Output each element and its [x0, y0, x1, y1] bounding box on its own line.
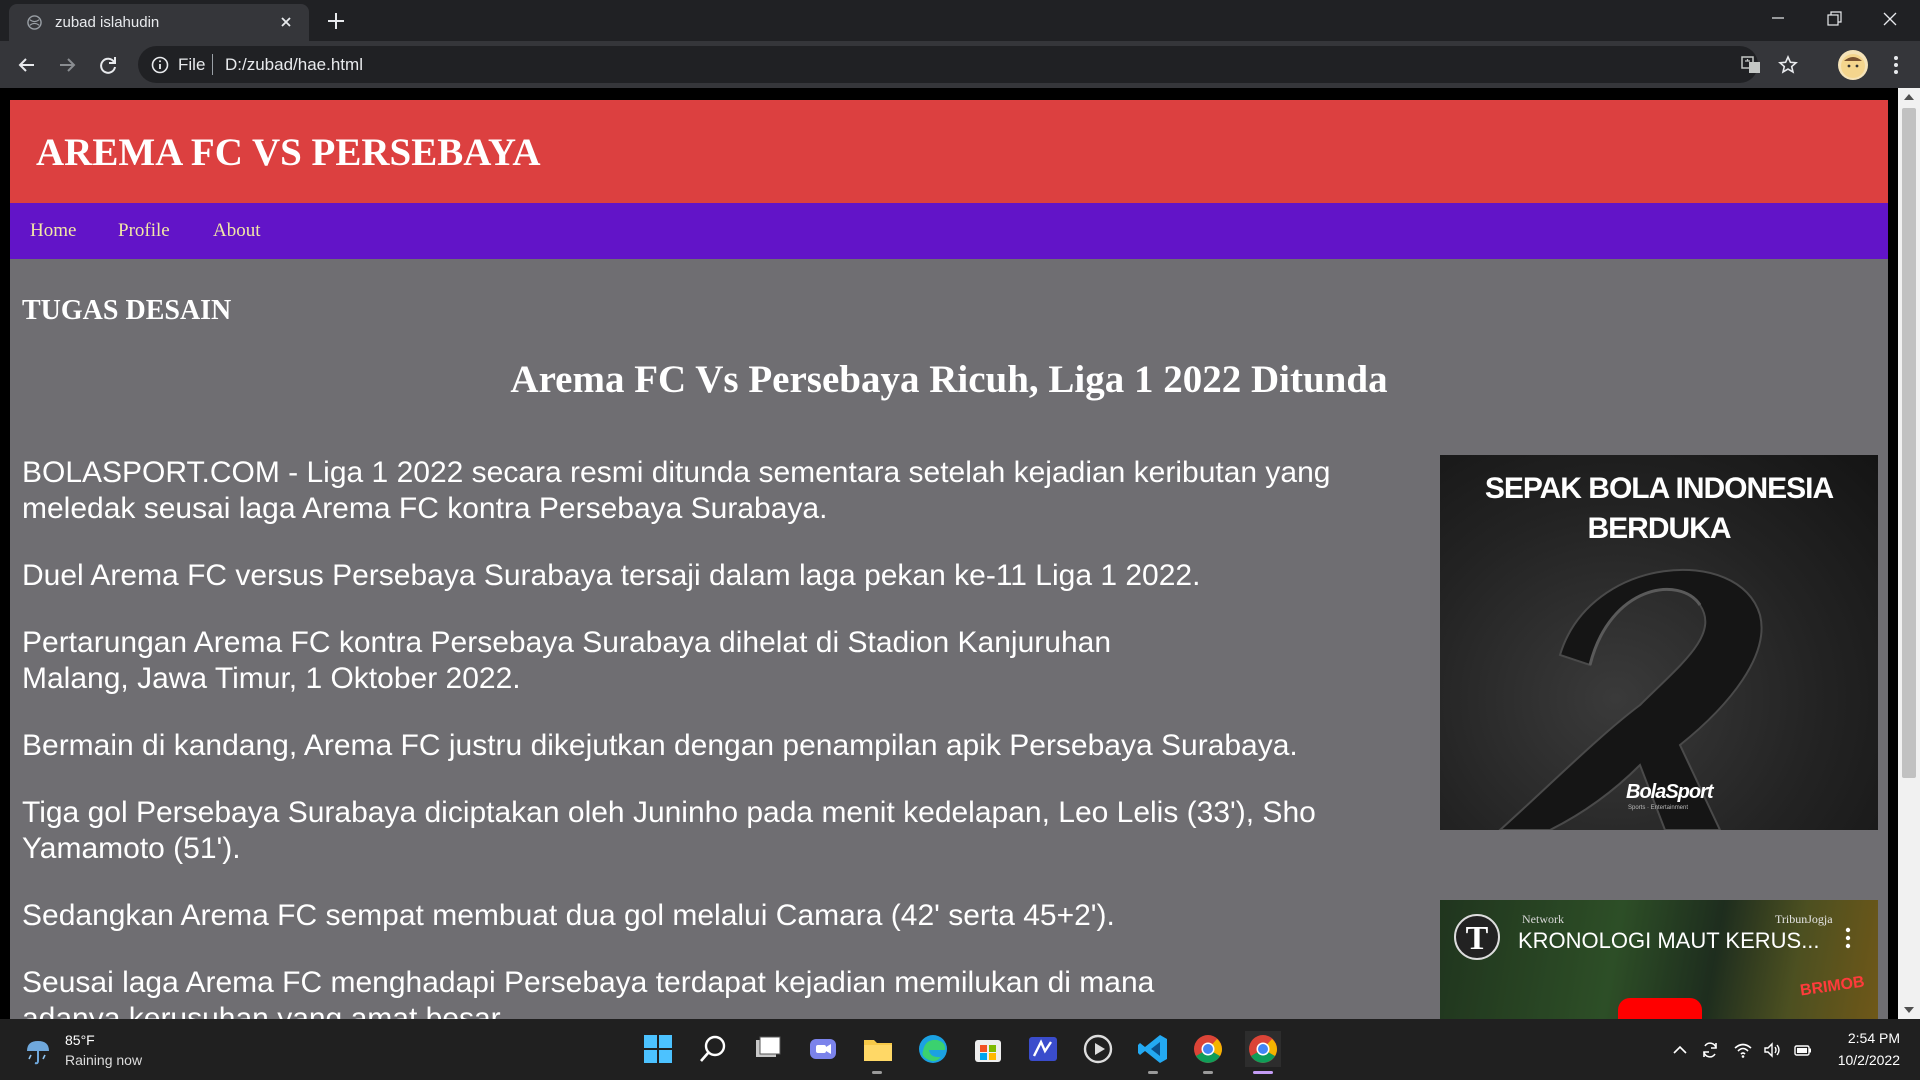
browser-menu-icon[interactable] — [1886, 53, 1906, 77]
browser-tab[interactable]: zubad islahudin — [9, 4, 309, 41]
volume-icon[interactable] — [1762, 1040, 1782, 1060]
running-indicator — [1148, 1071, 1158, 1074]
new-tab-icon[interactable] — [325, 10, 347, 32]
profile-avatar[interactable] — [1838, 50, 1868, 80]
microsoft-store-icon[interactable] — [970, 1031, 1006, 1067]
site-header: AREMA FC VS PERSEBAYA — [10, 100, 1888, 203]
site-info-icon[interactable] — [150, 55, 170, 75]
article-paragraph: BOLASPORT.COM - Liga 1 2022 secara resmi… — [22, 456, 1331, 525]
weather-temperature: 85°F — [65, 1032, 95, 1048]
vscode-icon[interactable] — [1135, 1031, 1171, 1067]
video-more-icon[interactable] — [1842, 924, 1854, 952]
scroll-down-arrow-icon[interactable] — [1904, 1007, 1914, 1013]
url-scheme-label: File — [178, 55, 206, 74]
site-title: AREMA FC VS PERSEBAYA — [36, 131, 541, 174]
article-paragraph: Sedangkan Arema FC sempat membuat dua go… — [22, 899, 1115, 932]
site-nav: Home Profile About — [10, 203, 1888, 259]
weather-description: Raining now — [65, 1052, 143, 1068]
back-arrow-icon[interactable] — [13, 51, 41, 79]
black-ribbon-icon — [1498, 568, 1763, 830]
address-bar[interactable]: File D:/zubad/hae.html — [138, 46, 1798, 83]
scroll-thumb[interactable] — [1902, 108, 1916, 778]
close-tab-icon[interactable] — [277, 13, 295, 31]
nav-about-link[interactable]: About — [213, 220, 261, 242]
minimize-icon[interactable] — [1758, 6, 1798, 34]
video-play-button[interactable] — [1618, 998, 1702, 1019]
chrome-active-icon[interactable] — [1245, 1031, 1281, 1067]
forward-arrow-icon[interactable] — [53, 51, 81, 79]
article-body: BOLASPORT.COM - Liga 1 2022 secara resmi… — [22, 455, 1402, 1019]
url-divider — [212, 54, 213, 75]
bookmark-star-icon[interactable] — [1778, 55, 1798, 75]
chevron-up-icon[interactable] — [1670, 1040, 1690, 1060]
clock-date[interactable]: 10/2/2022 — [1838, 1052, 1900, 1068]
close-window-icon[interactable] — [1870, 6, 1910, 34]
article-paragraph: Bermain di kandang, Arema FC justru dike… — [22, 729, 1298, 762]
wifi-icon[interactable] — [1733, 1040, 1753, 1060]
browser-tabstrip: zubad islahudin — [0, 0, 1920, 41]
page-viewport: AREMA FC VS PERSEBAYA Home Profile About… — [0, 88, 1920, 1019]
youtube-embed[interactable]: Network TribunJogja T KRONOLOGI MAUT KER… — [1440, 900, 1878, 1019]
restore-icon[interactable] — [1814, 6, 1854, 34]
taskbar: 85°F Raining now 2:54 PM 10/2/2022 — [0, 1019, 1920, 1080]
mourning-image: SEPAK BOLA INDONESIA BERDUKA BolaSport S… — [1440, 455, 1878, 830]
start-windows-icon[interactable] — [640, 1031, 676, 1067]
web-page: AREMA FC VS PERSEBAYA Home Profile About… — [10, 100, 1888, 1019]
scroll-up-arrow-icon[interactable] — [1904, 94, 1914, 100]
search-icon[interactable] — [695, 1031, 731, 1067]
running-indicator — [872, 1071, 882, 1074]
video-corner-left: Network — [1522, 912, 1564, 926]
globe-icon — [27, 15, 42, 30]
article-paragraph: Tiga gol Persebaya Surabaya diciptakan o… — [22, 796, 1316, 865]
file-explorer-icon[interactable] — [860, 1031, 896, 1067]
translate-icon[interactable] — [1741, 55, 1761, 75]
article-title: Arema FC Vs Persebaya Ricuh, Liga 1 2022… — [510, 358, 1388, 401]
chrome-icon[interactable] — [1190, 1031, 1226, 1067]
battery-icon[interactable] — [1793, 1040, 1813, 1060]
media-player-icon[interactable] — [1080, 1031, 1116, 1067]
active-indicator — [1253, 1071, 1273, 1074]
article-paragraph: Pertarungan Arema FC kontra Persebaya Su… — [22, 626, 1112, 695]
video-title[interactable]: KRONOLOGI MAUT KERUS... — [1518, 928, 1820, 954]
section-heading: TUGAS DESAIN — [22, 295, 232, 326]
tab-title: zubad islahudin — [55, 14, 160, 31]
bolasport-logo: BolaSport — [1626, 781, 1714, 803]
url-text[interactable]: D:/zubad/hae.html — [225, 55, 363, 75]
teams-chat-icon[interactable] — [805, 1031, 841, 1067]
clock-time[interactable]: 2:54 PM — [1848, 1030, 1900, 1046]
edge-browser-icon[interactable] — [915, 1031, 951, 1067]
channel-logo[interactable]: T — [1454, 914, 1500, 960]
video-corner-right: TribunJogja — [1775, 912, 1833, 926]
article-paragraph: Duel Arema FC versus Persebaya Surabaya … — [22, 559, 1201, 592]
browser-toolbar: File D:/zubad/hae.html — [0, 41, 1920, 88]
nav-profile-link[interactable]: Profile — [118, 220, 170, 242]
rain-cloud-icon[interactable] — [22, 1035, 54, 1065]
sync-icon[interactable] — [1700, 1040, 1720, 1060]
reload-icon[interactable] — [94, 51, 122, 79]
article-paragraph: Seusai laga Arema FC menghadapi Persebay… — [22, 966, 1155, 1019]
task-view-icon[interactable] — [750, 1031, 786, 1067]
running-indicator — [1203, 1071, 1213, 1074]
math-app-icon[interactable] — [1025, 1031, 1061, 1067]
bolasport-tagline: Sports · Entertainment — [1628, 805, 1689, 811]
page-scrollbar[interactable] — [1898, 88, 1920, 1019]
nav-home-link[interactable]: Home — [30, 220, 76, 242]
avatar-face-icon — [1841, 54, 1865, 78]
